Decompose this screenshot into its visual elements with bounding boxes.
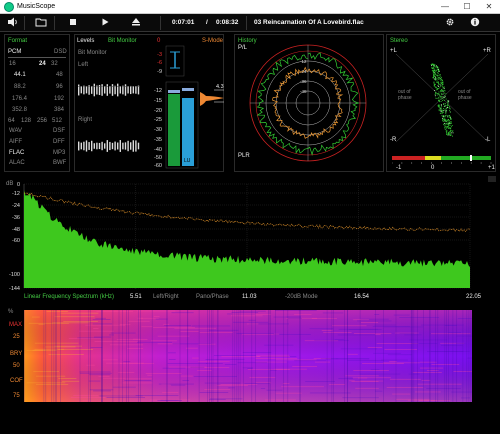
elapsed-time: 0:07:01 (172, 19, 195, 26)
meter-scale-tick: -12 (154, 88, 162, 94)
total-time: 0:08:32 (216, 19, 239, 26)
fmt-flac: FLAC (9, 150, 25, 156)
eject-icon[interactable] (129, 17, 143, 29)
history-radar: -12-24-36-48 (249, 44, 367, 162)
toolbar: 0:07:01 / 0:08:32 03 Reincarnation Of A … (0, 14, 500, 32)
radar-ring-label: -36 (300, 79, 307, 84)
spectrogram-max: MAX (9, 322, 23, 328)
fmt-alac: ALAC (9, 160, 25, 166)
app-logo-icon (4, 2, 14, 12)
spectrogram (24, 310, 472, 402)
spectrum-db-tick: -144 (9, 286, 20, 292)
pcm-label: PCM (8, 49, 22, 55)
meter-scale-tick: -9 (157, 69, 162, 75)
spectrum-db-tick: -60 (12, 238, 20, 244)
spectrogram-75: 75 (13, 393, 20, 399)
fmt-wav: WAV (9, 128, 22, 134)
time-separator: / (206, 19, 208, 26)
mode-left-right[interactable]: Left/Right (153, 294, 179, 300)
dsd-64: 64 (8, 118, 15, 124)
corr-plus-one: +1 (488, 165, 495, 171)
level-meters: -3 -6 -9 -12 -15 -20 -25 -30 -35 -40 -50 -60 LU (154, 45, 224, 169)
bit-monitor-grid (78, 83, 140, 152)
meter-scale-tick: -40 (154, 147, 162, 153)
play-icon[interactable] (98, 17, 112, 29)
meter-scale-tick: -6 (157, 60, 162, 66)
spectrogram-cof: COF (10, 378, 23, 384)
scroll-thumb[interactable] (488, 176, 496, 182)
freq-tick-22-05: 22.05 (466, 294, 482, 300)
meter-scale-tick: -35 (154, 137, 162, 143)
stereo-title: Stereo (390, 38, 408, 44)
close-button[interactable]: ✕ (478, 0, 500, 14)
dsd-256: 256 (37, 118, 48, 124)
rate-88-2: 88.2 (14, 84, 26, 90)
stereo-scope (392, 53, 492, 164)
radar-ring-label: -48 (300, 89, 307, 94)
bits-16: 16 (9, 61, 16, 67)
rate-96: 96 (56, 84, 63, 90)
fmt-dsf: DSF (53, 128, 65, 134)
spectrum-db-tick: -100 (9, 272, 20, 278)
rate-192: 192 (54, 96, 65, 102)
dsd-label: DSD (54, 49, 67, 55)
meter-scale-tick: -20 (154, 108, 162, 114)
meter-scale-tick: -25 (154, 117, 162, 123)
bit-monitor-toggle[interactable]: Bit Monitor (108, 38, 137, 44)
maximize-button[interactable]: ☐ (456, 0, 478, 14)
rate-176-4: 176.4 (12, 96, 28, 102)
spectrum-db-tick: -36 (12, 215, 20, 221)
rate-352-8: 352.8 (12, 107, 28, 113)
spectrogram-50: 50 (13, 363, 20, 369)
spectrum-title[interactable]: Linear Frequency Spectrum (kHz) (24, 294, 114, 300)
rate-44-1: 44.1 (14, 72, 26, 78)
info-icon[interactable] (468, 17, 482, 29)
fmt-bwf: BWF (53, 160, 67, 166)
fmt-dff: DFF (53, 139, 65, 145)
freq-tick-11-03: 11.03 (242, 294, 257, 300)
meter-scale-tick: -15 (154, 98, 162, 104)
dsd-512: 512 (52, 118, 63, 124)
spectrum-db-tick: -24 (12, 203, 20, 209)
folder-icon[interactable] (34, 17, 48, 29)
corr-zero: 0 (431, 165, 435, 171)
dsd-128: 128 (21, 118, 32, 124)
meter-lu-label-1: LU (184, 158, 191, 164)
meter-scale-tick: -3 (157, 52, 162, 58)
format-panel-title: Format (8, 38, 28, 44)
freq-tick-16-54: 16.54 (354, 294, 370, 300)
spectrum-db-tick: -12 (12, 191, 20, 197)
spectrogram-percent: % (8, 309, 14, 315)
track-filename: 03 Reincarnation Of A Lovebird.flac (254, 19, 364, 26)
bit-monitor-label: Bit Monitor (78, 50, 107, 56)
rate-384: 384 (54, 107, 65, 113)
bits-32: 32 (51, 61, 58, 67)
meter-scale-tick: -60 (154, 163, 162, 169)
mode-20db[interactable]: -20dB Mode (285, 294, 318, 300)
stop-icon[interactable] (66, 17, 80, 29)
title-bar: MusicScope — ☐ ✕ (0, 0, 500, 14)
radar-ring-label: -12 (300, 59, 307, 64)
mode-pano-phase[interactable]: Pano/Phase (196, 294, 229, 300)
levels-title: Levels (77, 38, 95, 44)
meter-scale-tick: -50 (154, 155, 162, 161)
gear-icon[interactable] (443, 17, 457, 29)
history-pl-label: P/L (238, 45, 248, 51)
fmt-aiff: AIFF (9, 139, 22, 145)
peak-value: 4.3 (216, 84, 224, 90)
meter-scale-tick: -30 (154, 127, 162, 133)
spectrum-db-tick: -48 (12, 227, 20, 233)
bits-24: 24 (39, 61, 46, 67)
minimize-button[interactable]: — (434, 0, 456, 14)
spectrogram-bry: BRY (10, 351, 23, 357)
window-title: MusicScope (17, 3, 56, 10)
rate-48: 48 (56, 72, 63, 78)
spectrogram-25: 25 (13, 334, 20, 340)
fmt-mp3: MP3 (53, 150, 66, 156)
corr-minus-one: -1 (396, 165, 402, 171)
freq-tick-5-51: 5.51 (130, 294, 142, 300)
speaker-icon[interactable] (6, 17, 20, 29)
spectrum-db-tick: 0 (17, 182, 20, 188)
spectrum-chart: 0 -12 -24 -36 -48 -60 -100 -144 (9, 182, 471, 292)
